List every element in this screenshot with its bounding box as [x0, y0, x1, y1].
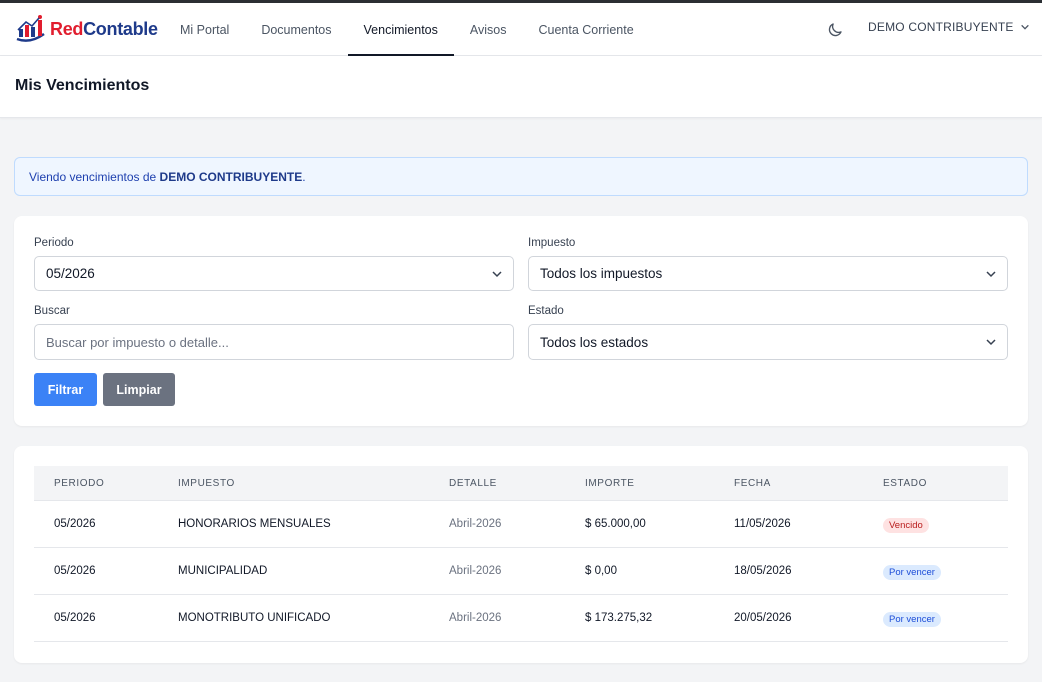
- cell-importe: $ 173.275,32: [585, 612, 653, 624]
- cell-periodo: 05/2026: [54, 565, 96, 577]
- search-placeholder: Buscar por impuesto o detalle...: [46, 334, 229, 350]
- cell-importe: $ 0,00: [585, 565, 617, 577]
- periodo-value: 05/2026: [46, 266, 95, 281]
- nav-item-documentos[interactable]: Documentos: [245, 3, 347, 56]
- column-header-impuesto: IMPUESTO: [178, 478, 235, 489]
- estado-label: Estado: [528, 305, 564, 317]
- column-header-fecha: FECHA: [734, 478, 771, 489]
- table-header: PERIODO IMPUESTO DETALLE IMPORTE FECHA E…: [34, 466, 1008, 501]
- cell-detalle: Abril-2026: [449, 518, 502, 530]
- user-menu[interactable]: DEMO CONTRIBUYENTE: [868, 20, 1030, 34]
- column-header-importe: IMPORTE: [585, 478, 635, 489]
- status-badge: Por vencer: [883, 612, 941, 627]
- logo-mark-icon: [16, 15, 45, 42]
- cell-detalle: Abril-2026: [449, 565, 502, 577]
- nav-item-mi-portal[interactable]: Mi Portal: [164, 3, 245, 56]
- column-header-periodo: PERIODO: [54, 478, 105, 489]
- column-header-estado: ESTADO: [883, 478, 927, 489]
- cell-periodo: 05/2026: [54, 612, 96, 624]
- user-name: DEMO CONTRIBUYENTE: [868, 20, 1014, 34]
- cell-importe: $ 65.000,00: [585, 518, 646, 530]
- filter-button[interactable]: Filtrar: [34, 373, 97, 406]
- chevron-down-icon: [492, 271, 502, 278]
- nav-item-avisos[interactable]: Avisos: [454, 3, 523, 56]
- chevron-down-icon: [986, 271, 996, 278]
- main-nav: Mi Portal Documentos Vencimientos Avisos…: [164, 3, 650, 56]
- cell-impuesto: MUNICIPALIDAD: [178, 565, 268, 577]
- table-row: 05/2026 HONORARIOS MENSUALES Abril-2026 …: [34, 501, 1008, 548]
- search-input[interactable]: Buscar por impuesto o detalle...: [34, 324, 514, 360]
- brand-name-blue: Contable: [83, 18, 158, 39]
- nav-item-cuenta-corriente[interactable]: Cuenta Corriente: [522, 3, 649, 56]
- cell-fecha: 18/05/2026: [734, 565, 792, 577]
- cell-impuesto: HONORARIOS MENSUALES: [178, 518, 331, 530]
- info-contributor-name: DEMO CONTRIBUYENTE: [159, 170, 303, 184]
- page-header: Mis Vencimientos: [0, 56, 1042, 118]
- info-prefix: Viendo vencimientos de: [29, 170, 160, 184]
- cell-fecha: 20/05/2026: [734, 612, 792, 624]
- table-row: 05/2026 MONOTRIBUTO UNIFICADO Abril-2026…: [34, 595, 1008, 642]
- filters-card: Periodo 05/2026 Impuesto Todos los impue…: [14, 216, 1028, 426]
- brand-name: RedContable: [50, 19, 158, 40]
- column-header-detalle: DETALLE: [449, 478, 497, 489]
- brand-logo[interactable]: RedContable: [14, 12, 158, 46]
- page-title: Mis Vencimientos: [15, 77, 150, 94]
- info-suffix: .: [302, 170, 306, 184]
- cell-periodo: 05/2026: [54, 518, 96, 530]
- cell-fecha: 11/05/2026: [734, 518, 791, 530]
- status-badge: Vencido: [883, 518, 929, 533]
- top-navbar: RedContable Mi Portal Documentos Vencimi…: [0, 0, 1042, 56]
- vencimientos-table-card: PERIODO IMPUESTO DETALLE IMPORTE FECHA E…: [14, 446, 1028, 663]
- cell-detalle: Abril-2026: [449, 612, 502, 624]
- periodo-label: Periodo: [34, 237, 74, 249]
- estado-select[interactable]: Todos los estados: [528, 324, 1008, 360]
- table-row: 05/2026 MUNICIPALIDAD Abril-2026 $ 0,00 …: [34, 548, 1008, 595]
- cell-impuesto: MONOTRIBUTO UNIFICADO: [178, 612, 331, 624]
- periodo-select[interactable]: 05/2026: [34, 256, 514, 291]
- chevron-down-icon: [1020, 24, 1029, 30]
- status-badge: Por vencer: [883, 565, 941, 580]
- estado-value: Todos los estados: [540, 334, 649, 350]
- buscar-label: Buscar: [34, 305, 70, 317]
- chevron-down-icon: [986, 339, 996, 346]
- impuesto-value: Todos los impuestos: [540, 266, 663, 281]
- brand-name-red: Red: [50, 18, 84, 39]
- nav-item-vencimientos[interactable]: Vencimientos: [347, 3, 455, 56]
- info-alert: Viendo vencimientos de DEMO CONTRIBUYENT…: [14, 157, 1028, 196]
- impuesto-label: Impuesto: [528, 237, 576, 249]
- moon-icon[interactable]: [826, 21, 844, 39]
- impuesto-select[interactable]: Todos los impuestos: [528, 256, 1008, 291]
- clear-button[interactable]: Limpiar: [103, 373, 175, 406]
